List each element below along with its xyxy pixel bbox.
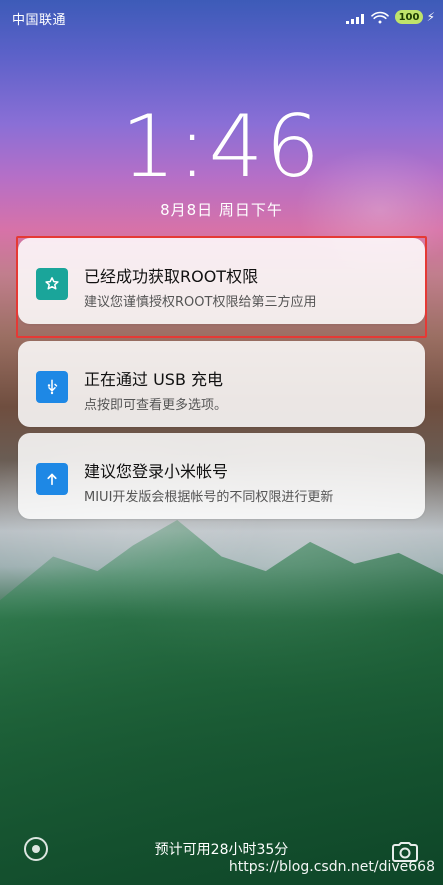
- usb-icon: [36, 371, 68, 403]
- clock-time: 1:46: [120, 97, 323, 197]
- charging-icon: ⚡: [426, 10, 435, 24]
- battery-estimate: 预计可用28小时35分: [154, 842, 289, 858]
- lock-bottom-bar: 预计可用28小时35分 https://blog.csdn.net/dive66…: [0, 815, 443, 885]
- notification-root[interactable]: 已经成功获取ROOT权限 建议您谨慎授权ROOT权限给第三方应用: [18, 238, 425, 324]
- status-bar: 中国联通 100 ⚡: [0, 0, 443, 34]
- notification-subtitle: 建议您谨慎授权ROOT权限给第三方应用: [84, 295, 317, 310]
- arrow-up-icon: [36, 463, 68, 495]
- clock-date: 8月8日 周日下午: [160, 201, 283, 219]
- notification-usb-charging[interactable]: 正在通过 USB 充电 点按即可查看更多选项。: [18, 341, 425, 427]
- notification-mi-account[interactable]: 建议您登录小米帐号 MIUI开发版会根据帐号的不同权限进行更新: [18, 433, 425, 519]
- wifi-icon: [371, 11, 389, 24]
- watermark-url: https://blog.csdn.net/dive668: [228, 859, 435, 875]
- notification-title: 正在通过 USB 充电: [84, 370, 224, 389]
- carrier-name: 中国联通: [12, 13, 67, 28]
- battery-level: 100: [398, 11, 420, 23]
- notification-subtitle: MIUI开发版会根据帐号的不同权限进行更新: [84, 490, 334, 505]
- notification-subtitle: 点按即可查看更多选项。: [84, 398, 228, 413]
- signal-icon: [346, 14, 364, 24]
- notification-title: 建议您登录小米帐号: [84, 462, 229, 481]
- notification-title: 已经成功获取ROOT权限: [84, 267, 259, 286]
- lock-screen: 中国联通 100 ⚡ 1:46 8月8日 周日下午 已经成功获取ROOT权限 建…: [0, 0, 443, 885]
- star-icon: [36, 268, 68, 300]
- battery-pill: 100: [395, 10, 423, 24]
